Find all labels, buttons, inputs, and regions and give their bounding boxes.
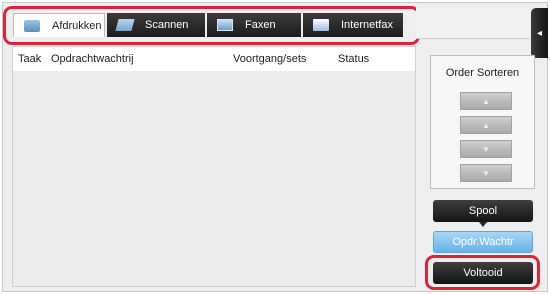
job-list-header: Taak Opdrachtwachtrij Voortgang/sets Sta… [13,47,415,71]
spool-button[interactable]: Spool [433,200,533,222]
spool-button-label: Spool [468,205,498,217]
column-header-job: Taak [18,53,42,65]
move-to-top-icon: ▲ [482,96,490,106]
selection-arrow-icon [479,222,487,227]
move-to-top-button[interactable]: ▲ [460,92,512,110]
job-queue-button[interactable]: Opdr.Wachtr [433,231,533,253]
move-down-icon: ▼ [482,144,490,154]
order-sort-title: Order Sorteren [445,67,520,79]
move-down-button[interactable]: ▼ [460,140,512,158]
chevron-left-icon: ◂ [536,27,543,39]
sidebar-header-strip [416,8,530,39]
job-queue-button-label: Opdr.Wachtr [452,236,514,248]
collapse-panel-button[interactable]: ◂ [531,8,548,58]
tab-bar-highlight [3,6,420,45]
column-header-progress: Voortgang/sets [233,53,307,65]
move-to-bottom-button[interactable]: ▼ [460,164,512,182]
completed-button-highlight [425,255,540,290]
move-up-button[interactable]: ▲ [460,116,512,134]
order-sort-panel: Order Sorteren ▲ ▲ ▼ ▼ [430,55,535,189]
job-list[interactable]: Taak Opdrachtwachtrij Voortgang/sets Sta… [12,46,416,287]
column-header-queue: Opdrachtwachtrij [51,53,134,65]
move-to-bottom-icon: ▼ [482,168,490,178]
column-header-status: Status [338,53,370,65]
move-up-icon: ▲ [482,120,490,130]
